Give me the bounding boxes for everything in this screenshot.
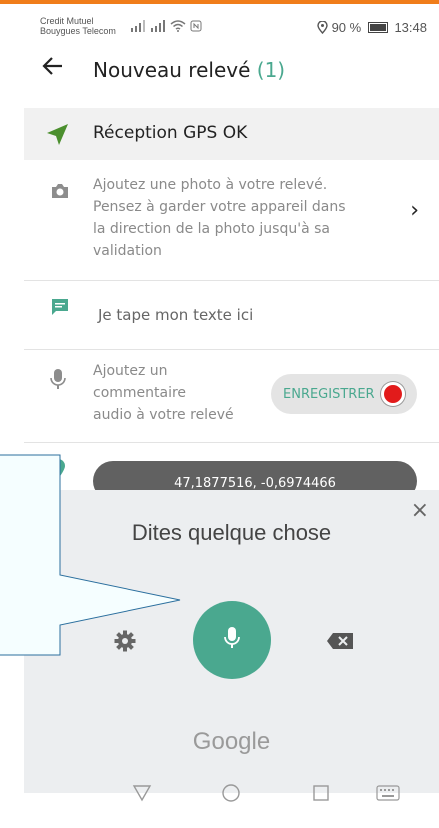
carrier-line-1: Credit Mutuel [40, 16, 94, 26]
record-count: (1) [256, 58, 286, 82]
audio-row: Ajoutez un commentaire audio à votre rel… [24, 350, 439, 443]
audio-line-1: Ajoutez un [93, 363, 168, 379]
message-icon [52, 299, 68, 315]
photo-line-4: validation [93, 243, 162, 259]
navigation-arrow-icon [47, 124, 68, 145]
battery-icon [367, 22, 388, 33]
photo-line-3: la direction de la photo jusqu'à sa [93, 221, 330, 237]
record-button[interactable]: ENREGISTRER [271, 374, 417, 414]
back-arrow-icon[interactable] [42, 54, 64, 84]
signal-icon [131, 20, 145, 32]
audio-line-2: commentaire [93, 385, 187, 401]
back-triangle-icon[interactable] [132, 784, 152, 802]
status-bar: Credit Mutuel Bouygues Telecom 90 % 13:4… [0, 4, 439, 38]
photo-row[interactable]: Ajoutez une photo à votre relevé. Pensez… [24, 160, 439, 281]
gps-status-label: Réception GPS OK [93, 123, 248, 143]
audio-line-3: audio à votre relevé [93, 407, 234, 423]
battery-percent: 90 % [331, 20, 362, 35]
microphone-icon [50, 369, 66, 389]
page-title: Nouveau relevé (1) [93, 58, 285, 82]
carrier-info: Credit Mutuel Bouygues Telecom [40, 16, 116, 36]
text-note-input[interactable]: Je tape mon texte ici [98, 304, 253, 326]
carrier-line-2: Bouygues Telecom [40, 26, 116, 36]
record-button-label: ENREGISTRER [283, 386, 375, 402]
voice-mic-button[interactable] [193, 601, 271, 679]
microphone-icon-white [224, 627, 240, 648]
app-bar: Nouveau relevé (1) [0, 48, 439, 98]
text-note-row[interactable]: Je tape mon texte ici [24, 281, 439, 350]
speech-bubble-callout [0, 454, 181, 656]
chevron-right-icon[interactable]: › [410, 198, 419, 223]
home-circle-icon[interactable] [221, 783, 241, 803]
backspace-icon[interactable] [326, 632, 354, 650]
gps-status-row: Réception GPS OK [24, 108, 439, 160]
signal-icons [130, 20, 202, 35]
google-brand: Google [192, 728, 271, 755]
record-dot-icon [380, 382, 405, 406]
camera-icon [52, 184, 68, 198]
clock: 13:48 [394, 20, 427, 35]
wifi-icon [170, 20, 186, 32]
recents-square-icon[interactable] [312, 784, 330, 802]
photo-line-2: Pensez à garder votre appareil dans [93, 199, 346, 215]
location-icon [317, 20, 328, 35]
signal-icon-2 [151, 20, 166, 32]
keyboard-icon[interactable] [376, 785, 400, 801]
photo-instructions: Ajoutez une photo à votre relevé. Pensez… [93, 174, 346, 262]
nfc-icon [190, 20, 202, 32]
android-nav-bar [0, 778, 439, 828]
status-right: 90 % 13:48 [317, 20, 427, 35]
photo-line-1: Ajoutez une photo à votre relevé. [93, 177, 328, 193]
page-title-text: Nouveau relevé [93, 58, 251, 82]
audio-instructions: Ajoutez un commentaire audio à votre rel… [93, 360, 234, 426]
